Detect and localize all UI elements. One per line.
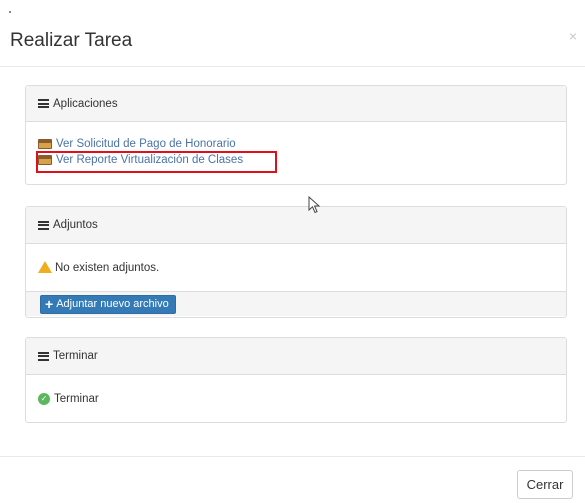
cerrar-button[interactable]: Cerrar — [517, 470, 573, 499]
panel-body-adjuntos: No existen adjuntos. — [26, 244, 566, 291]
list-icon — [38, 220, 49, 230]
panel-terminar: Terminar ✓ Terminar — [25, 337, 567, 423]
panel-heading-adjuntos: Adjuntos — [26, 207, 566, 244]
panel-heading-aplicaciones: Aplicaciones — [26, 86, 566, 122]
panel-footer-adjuntos: + Adjuntar nuevo archivo — [26, 291, 566, 316]
modal-header: Realizar Tarea × — [0, 0, 585, 67]
panel-title-aplicaciones: Aplicaciones — [53, 97, 118, 110]
terminar-label: Terminar — [54, 392, 99, 405]
mouse-cursor-icon — [308, 196, 321, 214]
list-icon — [38, 99, 49, 108]
modal-footer-divider — [0, 456, 585, 457]
no-attachments-message: No existen adjuntos. — [55, 261, 160, 274]
modal-title: Realizar Tarea — [10, 30, 133, 51]
terminar-action[interactable]: ✓ Terminar — [38, 392, 99, 405]
close-icon[interactable]: × — [569, 28, 577, 44]
realizar-tarea-modal: Realizar Tarea × Aplicaciones Ver Solici… — [0, 0, 585, 503]
link-ver-solicitud-pago-honorario[interactable]: Ver Solicitud de Pago de Honorario — [38, 138, 554, 150]
check-circle-icon: ✓ — [38, 392, 50, 405]
red-highlight-box — [36, 151, 277, 173]
folder-icon — [38, 139, 52, 149]
panel-body-terminar: ✓ Terminar — [26, 375, 566, 422]
panel-title-terminar: Terminar — [53, 350, 98, 362]
adjuntar-nuevo-archivo-button[interactable]: + Adjuntar nuevo archivo — [40, 294, 176, 314]
list-icon — [38, 351, 49, 361]
button-label: Adjuntar nuevo archivo — [56, 298, 169, 310]
panel-heading-terminar: Terminar — [26, 338, 566, 375]
plus-icon: + — [45, 296, 54, 312]
panel-title-adjuntos: Adjuntos — [53, 219, 98, 231]
panel-adjuntos: Adjuntos No existen adjuntos. + Adjuntar… — [25, 206, 567, 318]
warning-icon — [38, 260, 52, 273]
link-label: Ver Solicitud de Pago de Honorario — [56, 138, 236, 150]
